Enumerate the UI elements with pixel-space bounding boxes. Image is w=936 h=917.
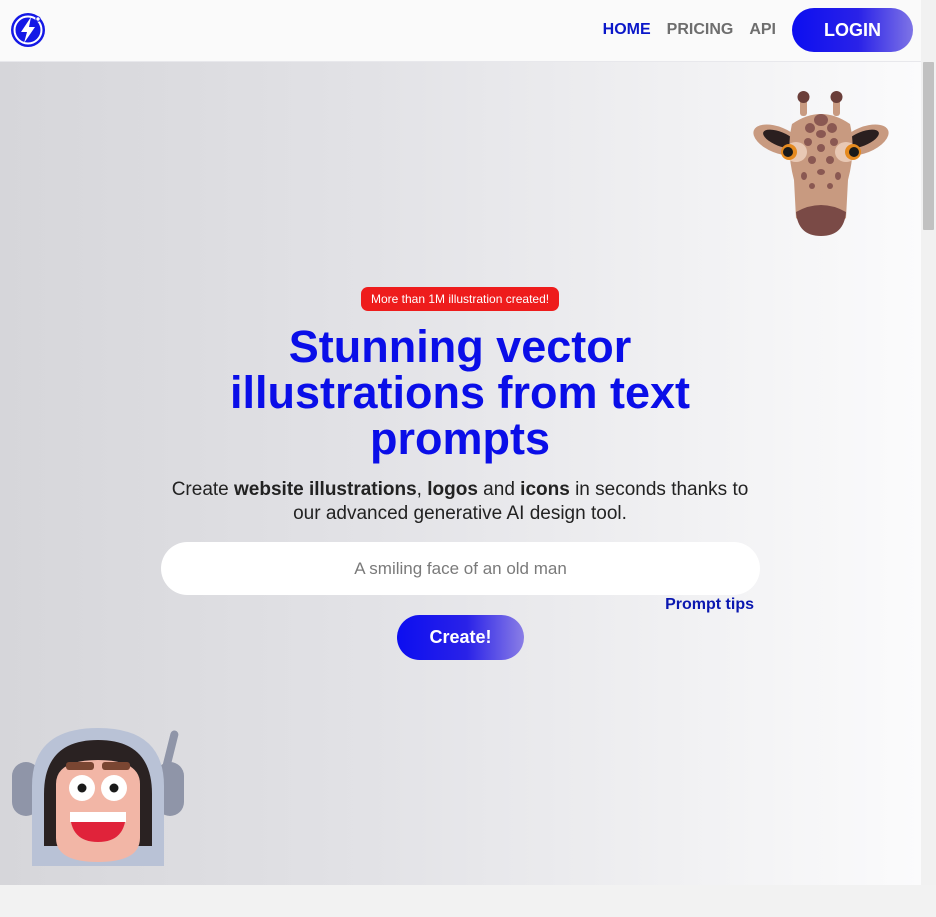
hero-subtitle: Create website illustrations, logos and … bbox=[160, 478, 760, 526]
nav-pricing-link[interactable]: PRICING bbox=[667, 21, 734, 39]
subtitle-text: , bbox=[416, 479, 428, 500]
nav-home-link[interactable]: HOME bbox=[603, 21, 651, 39]
subtitle-emphasis: icons bbox=[520, 479, 570, 500]
giraffe-head-illustration bbox=[753, 91, 889, 236]
subtitle-emphasis: website illustrations bbox=[234, 479, 417, 500]
scrollbar-thumb[interactable] bbox=[923, 62, 934, 230]
top-navbar: HOME PRICING API LOGIN bbox=[0, 0, 921, 62]
nav-api-link[interactable]: API bbox=[749, 21, 776, 39]
hero-title: Stunning vector illustrations from text … bbox=[229, 321, 691, 464]
login-button[interactable]: LOGIN bbox=[792, 8, 913, 52]
prompt-tips-link[interactable]: Prompt tips bbox=[665, 596, 754, 614]
subtitle-emphasis: logos bbox=[427, 479, 478, 500]
prompt-input[interactable] bbox=[161, 542, 760, 595]
create-button[interactable]: Create! bbox=[397, 615, 524, 660]
created-count-badge: More than 1M illustration created! bbox=[361, 287, 560, 311]
nav-links: HOME PRICING API LOGIN bbox=[603, 8, 913, 52]
subtitle-text: and bbox=[477, 479, 521, 500]
footer-strip bbox=[0, 885, 936, 917]
page-scrollbar[interactable] bbox=[921, 0, 936, 885]
astronaut-face-illustration bbox=[12, 728, 184, 866]
subtitle-text: Create bbox=[171, 479, 235, 500]
lightning-bolt-logo-icon[interactable] bbox=[9, 11, 47, 49]
hero-section: More than 1M illustration created! Stunn… bbox=[0, 62, 921, 885]
